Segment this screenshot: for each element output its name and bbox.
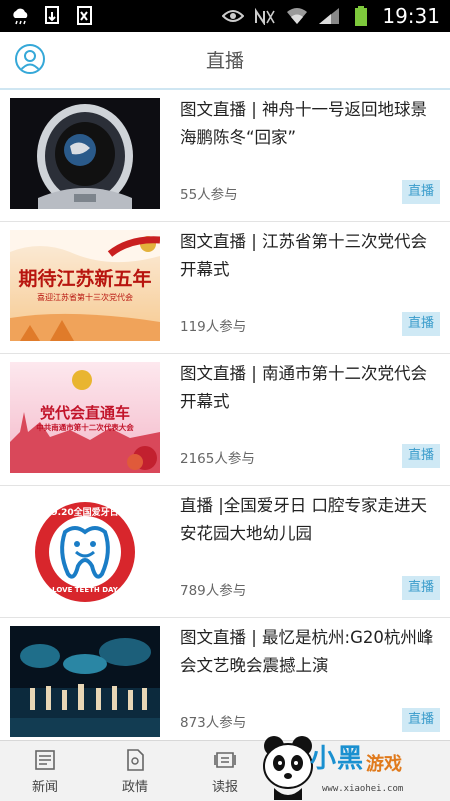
- watermark-url: www.xiaohei.com: [322, 784, 404, 794]
- live-list: 图文直播 | 神舟十一号返回地球景海鹏陈冬“回家” 55人参与 直播 期待江苏新…: [0, 90, 450, 740]
- nav-label: 政情: [121, 780, 148, 795]
- item-title: 图文直播 | 南通市第十二次党代会开幕式: [180, 364, 428, 411]
- participant-count: 873人参与: [180, 715, 247, 731]
- wifi-icon: [286, 5, 308, 27]
- no-signal-icon: [254, 5, 276, 27]
- weather-cloud-icon: [10, 5, 32, 27]
- jiangsu-congress-thumbnail: 期待江苏新五年 喜迎江苏省第十三次党代会: [10, 230, 160, 341]
- live-item[interactable]: 图文直播 | 神舟十一号返回地球景海鹏陈冬“回家” 55人参与 直播: [0, 90, 450, 222]
- newspaper-icon: [214, 749, 236, 771]
- document-icon: [124, 749, 146, 771]
- battery-icon: [350, 5, 372, 27]
- g20-gala-thumbnail: [10, 626, 160, 737]
- nav-item-newspaper[interactable]: 读报: [180, 741, 270, 801]
- item-title: 图文直播 | 神舟十一号返回地球景海鹏陈冬“回家”: [180, 100, 428, 147]
- live-badge[interactable]: 直播: [402, 312, 440, 336]
- participant-count: 55人参与: [180, 187, 238, 203]
- participant-count: 2165人参与: [180, 451, 255, 467]
- nav-label: 读报: [211, 780, 238, 795]
- excel-file-icon: [74, 5, 96, 27]
- page-title: 直播: [205, 50, 244, 72]
- live-item[interactable]: 9.20全国爱牙日 LOVE TEETH DAY 直播 |全国爱牙日 口腔专家走…: [0, 486, 450, 618]
- nav-item-news[interactable]: 新闻: [0, 741, 90, 801]
- watermark-text-secondary: 游戏: [366, 754, 402, 775]
- news-icon: [34, 749, 56, 771]
- thumbnail-caption: 期待江苏新五年: [18, 268, 152, 290]
- live-badge[interactable]: 直播: [402, 444, 440, 468]
- item-title: 直播 |全国爱牙日 口腔专家走进天安花园大地幼儿园: [180, 496, 428, 543]
- participant-count: 119人参与: [180, 319, 247, 335]
- item-title: 图文直播 | 江苏省第十三次党代会开幕式: [180, 232, 428, 279]
- app-header: 直播: [0, 32, 450, 90]
- thumbnail-caption: 9.20全国爱牙日: [51, 508, 119, 518]
- nav-label: 新闻: [31, 780, 58, 795]
- panda-logo-icon: [263, 736, 313, 800]
- thumbnail-caption: 党代会直通车: [39, 404, 130, 422]
- nantong-congress-thumbnail: 党代会直通车 中共南通市第十二次代表大会: [10, 362, 160, 473]
- live-badge[interactable]: 直播: [402, 576, 440, 600]
- live-item[interactable]: 党代会直通车 中共南通市第十二次代表大会 图文直播 | 南通市第十二次党代会开幕…: [0, 354, 450, 486]
- status-bar: 19:31: [0, 0, 450, 32]
- live-badge[interactable]: 直播: [402, 708, 440, 732]
- nav-item-politics[interactable]: 政情: [90, 741, 180, 801]
- xiaohei-watermark: 小黑 游戏 www.xiaohei.com: [258, 732, 450, 800]
- thumbnail-subcaption: 喜迎江苏省第十三次党代会: [37, 293, 133, 302]
- item-title: 图文直播 | 最忆是杭州:G20杭州峰会文艺晚会震撼上演: [180, 628, 434, 675]
- thumbnail-subcaption: LOVE TEETH DAY: [52, 586, 118, 594]
- love-teeth-day-thumbnail: 9.20全国爱牙日 LOVE TEETH DAY: [10, 494, 160, 605]
- live-item[interactable]: 期待江苏新五年 喜迎江苏省第十三次党代会 图文直播 | 江苏省第十三次党代会开幕…: [0, 222, 450, 354]
- eye-icon: [222, 5, 245, 27]
- download-file-icon: [42, 5, 64, 27]
- watermark-text: 小黑: [310, 744, 365, 774]
- live-item[interactable]: 图文直播 | 最忆是杭州:G20杭州峰会文艺晚会震撼上演 873人参与 直播: [0, 618, 450, 740]
- status-time: 19:31: [382, 4, 440, 28]
- live-badge[interactable]: 直播: [402, 180, 440, 204]
- participant-count: 789人参与: [180, 583, 247, 599]
- astronaut-thumbnail: [10, 98, 160, 209]
- signal-icon: [318, 5, 340, 27]
- thumbnail-subcaption: 中共南通市第十二次代表大会: [36, 423, 134, 432]
